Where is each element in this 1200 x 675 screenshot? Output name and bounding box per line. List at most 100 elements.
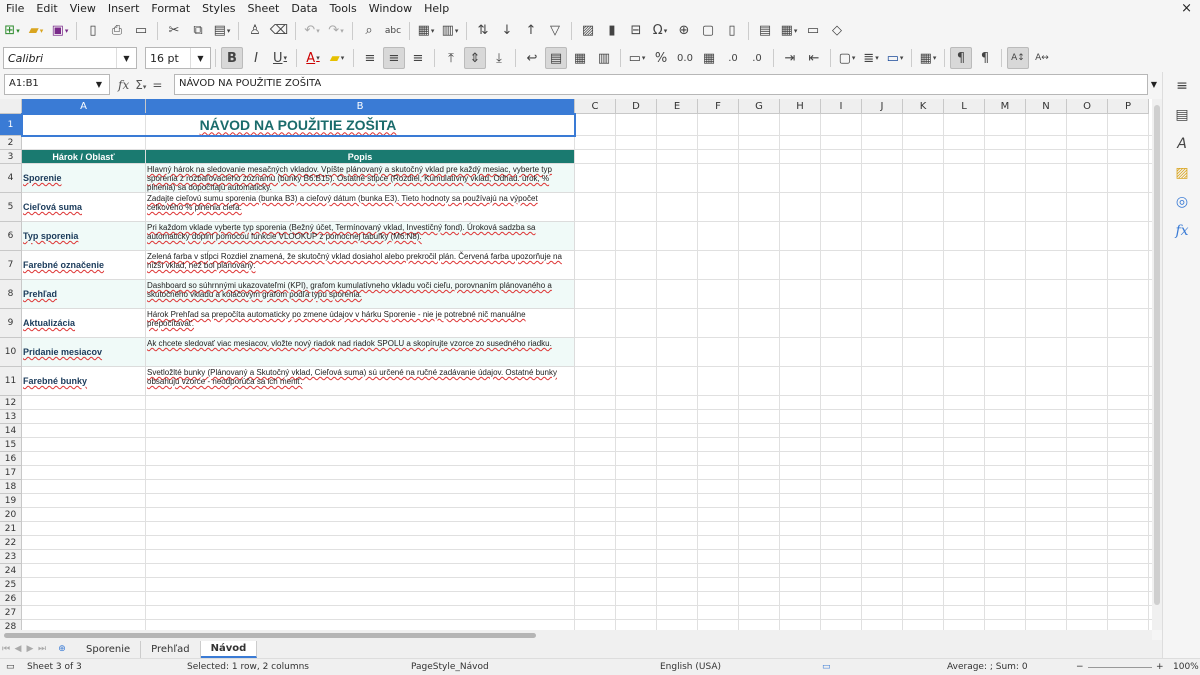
row-icon[interactable]: ▦ ▾ bbox=[415, 20, 437, 42]
column-header[interactable]: K bbox=[903, 99, 944, 114]
highlight-color-icon[interactable]: ▰ ▾ bbox=[326, 47, 348, 69]
scroll-thumb[interactable] bbox=[1154, 105, 1160, 605]
row-header[interactable]: 4 bbox=[0, 164, 22, 193]
area-name-cell[interactable]: Cieľová suma bbox=[22, 193, 146, 222]
sort-icon[interactable]: ⇅ bbox=[472, 20, 494, 42]
function-wizard-icon[interactable]: fx bbox=[118, 78, 129, 92]
description-cell[interactable]: Dashboard so súhrnnými ukazovateľmi (KPI… bbox=[146, 280, 575, 309]
language[interactable]: English (USA) bbox=[660, 662, 721, 672]
close-window-icon[interactable]: × bbox=[1181, 0, 1192, 17]
export-pdf-icon[interactable]: ▯ bbox=[82, 20, 104, 42]
zoom-slider[interactable] bbox=[1088, 667, 1152, 668]
cut-icon[interactable]: ✂ bbox=[163, 20, 185, 42]
area-name-cell[interactable]: Aktualizácia bbox=[22, 309, 146, 338]
area-name-cell[interactable]: Sporenie bbox=[22, 164, 146, 193]
formula-input[interactable]: NÁVOD NA POUŽITIE ZOŠITA bbox=[174, 74, 1148, 95]
conditional-format-icon[interactable]: ▦ ▾ bbox=[917, 47, 939, 69]
first-sheet-icon[interactable]: ⏮ bbox=[0, 642, 12, 656]
add-sheet-icon[interactable]: ⊕ bbox=[56, 642, 68, 656]
show-draw-functions-icon[interactable]: ◇ bbox=[826, 20, 848, 42]
insert-chart-icon[interactable]: ▮ bbox=[601, 20, 623, 42]
row-header[interactable]: 2 bbox=[0, 136, 22, 150]
row-header[interactable]: 6 bbox=[0, 222, 22, 251]
row-header[interactable]: 1 bbox=[0, 114, 22, 136]
spelling-icon[interactable]: abc bbox=[382, 20, 404, 42]
header-cell-a[interactable]: Hárok / Oblasť bbox=[22, 150, 146, 164]
right-to-left-icon[interactable]: ¶ bbox=[974, 47, 996, 69]
area-name-cell[interactable]: Farebné označenie bbox=[22, 251, 146, 280]
description-cell[interactable]: Ak chcete sledovať viac mesiacov, vložte… bbox=[146, 338, 575, 367]
column-header[interactable]: L bbox=[944, 99, 985, 114]
row-header[interactable]: 27 bbox=[0, 606, 22, 620]
prev-sheet-icon[interactable]: ◀ bbox=[12, 642, 24, 656]
column-header[interactable]: G bbox=[739, 99, 780, 114]
split-window-icon[interactable]: ▭ bbox=[802, 20, 824, 42]
border-style-icon[interactable]: ≣ ▾ bbox=[860, 47, 882, 69]
description-cell[interactable]: Zadajte cieľovú sumu sporenia (bunka B3)… bbox=[146, 193, 575, 222]
row-header[interactable]: 10 bbox=[0, 338, 22, 367]
menu-file[interactable]: File bbox=[0, 0, 30, 17]
font-name-box[interactable]: Calibri ▼ bbox=[3, 47, 137, 69]
align-bottom-icon[interactable]: ⤓ bbox=[488, 47, 510, 69]
row-header[interactable]: 14 bbox=[0, 424, 22, 438]
menu-edit[interactable]: Edit bbox=[30, 0, 63, 17]
date-format-icon[interactable]: ▦ bbox=[698, 47, 720, 69]
row-header[interactable]: 8 bbox=[0, 280, 22, 309]
row-header[interactable]: 25 bbox=[0, 578, 22, 592]
wrap-text-icon[interactable]: ↩ bbox=[521, 47, 543, 69]
name-box[interactable]: A1:B1 ▼ bbox=[4, 74, 110, 95]
text-vertical-icon[interactable]: A↔ bbox=[1031, 47, 1053, 69]
align-top-icon[interactable]: ⤒ bbox=[440, 47, 462, 69]
increase-indent-icon[interactable]: ⇥ bbox=[779, 47, 801, 69]
properties-icon[interactable]: ▤ bbox=[1172, 105, 1192, 125]
column-header[interactable]: B bbox=[146, 99, 575, 114]
merge-center-icon[interactable]: ▤ bbox=[545, 47, 567, 69]
column-header[interactable]: D bbox=[616, 99, 657, 114]
column-header[interactable]: P bbox=[1108, 99, 1149, 114]
undo-icon[interactable]: ↶ ▾ bbox=[301, 20, 323, 42]
column-header[interactable]: J bbox=[862, 99, 903, 114]
special-character-icon[interactable]: Ω ▾ bbox=[649, 20, 671, 42]
description-cell[interactable]: Hlavný hárok na sledovanie mesačných vkl… bbox=[146, 164, 575, 193]
row-header[interactable]: 22 bbox=[0, 536, 22, 550]
align-right-icon[interactable]: ≡ bbox=[407, 47, 429, 69]
column-header[interactable]: I bbox=[821, 99, 862, 114]
header-cell-b[interactable]: Popis bbox=[146, 150, 575, 164]
row-header[interactable]: 20 bbox=[0, 508, 22, 522]
spreadsheet-grid[interactable]: ABCDEFGHIJKLMNOP 1 2 3 4 5 6 7 8 9 10 11 12 13 14 15 16… bbox=[0, 99, 1152, 630]
print-icon[interactable]: ⎙ bbox=[106, 20, 128, 42]
menu-tools[interactable]: Tools bbox=[324, 0, 363, 17]
area-name-cell[interactable]: Pridanie mesiacov bbox=[22, 338, 146, 367]
currency-format-icon[interactable]: ▭ ▾ bbox=[626, 47, 648, 69]
sum-icon[interactable]: Σ▾ bbox=[135, 78, 146, 92]
headers-footers-icon[interactable]: ▯ bbox=[721, 20, 743, 42]
zoom-out-icon[interactable]: − bbox=[1076, 662, 1084, 672]
freeze-rows-columns-icon[interactable]: ▦ ▾ bbox=[778, 20, 800, 42]
print-preview-icon[interactable]: ▭ bbox=[130, 20, 152, 42]
hyperlink-icon[interactable]: ⊕ bbox=[673, 20, 695, 42]
tab-prehlad[interactable]: Prehľad bbox=[141, 640, 201, 658]
border-color-icon[interactable]: ▭ ▾ bbox=[884, 47, 906, 69]
merge-cells-icon[interactable]: ▦ bbox=[569, 47, 591, 69]
area-name-cell[interactable]: Typ sporenia bbox=[22, 222, 146, 251]
left-to-right-icon[interactable]: ¶ bbox=[950, 47, 972, 69]
decrease-indent-icon[interactable]: ⇤ bbox=[803, 47, 825, 69]
column-header[interactable]: O bbox=[1067, 99, 1108, 114]
tab-sporenie[interactable]: Sporenie bbox=[76, 640, 142, 658]
sort-descending-icon[interactable]: ↑ bbox=[520, 20, 542, 42]
zoom-level[interactable]: 100% bbox=[1173, 662, 1199, 672]
save-icon[interactable]: ▣ ▾ bbox=[49, 20, 71, 42]
description-cell[interactable]: Zelená farba v stĺpci Rozdiel znamená, ž… bbox=[146, 251, 575, 280]
new-document-icon[interactable]: ⊞ ▾ bbox=[1, 20, 23, 42]
paste-icon[interactable]: ▤ ▾ bbox=[211, 20, 233, 42]
percent-format-icon[interactable]: % bbox=[650, 47, 672, 69]
pivot-table-icon[interactable]: ⊟ bbox=[625, 20, 647, 42]
menu-view[interactable]: View bbox=[64, 0, 102, 17]
align-left-icon[interactable]: ≡ bbox=[359, 47, 381, 69]
next-sheet-icon[interactable]: ▶ bbox=[24, 642, 36, 656]
menu-data[interactable]: Data bbox=[285, 0, 323, 17]
row-header[interactable]: 13 bbox=[0, 410, 22, 424]
text-horizontal-icon[interactable]: A↕ bbox=[1007, 47, 1029, 69]
row-header[interactable]: 18 bbox=[0, 480, 22, 494]
menu-format[interactable]: Format bbox=[145, 0, 196, 17]
